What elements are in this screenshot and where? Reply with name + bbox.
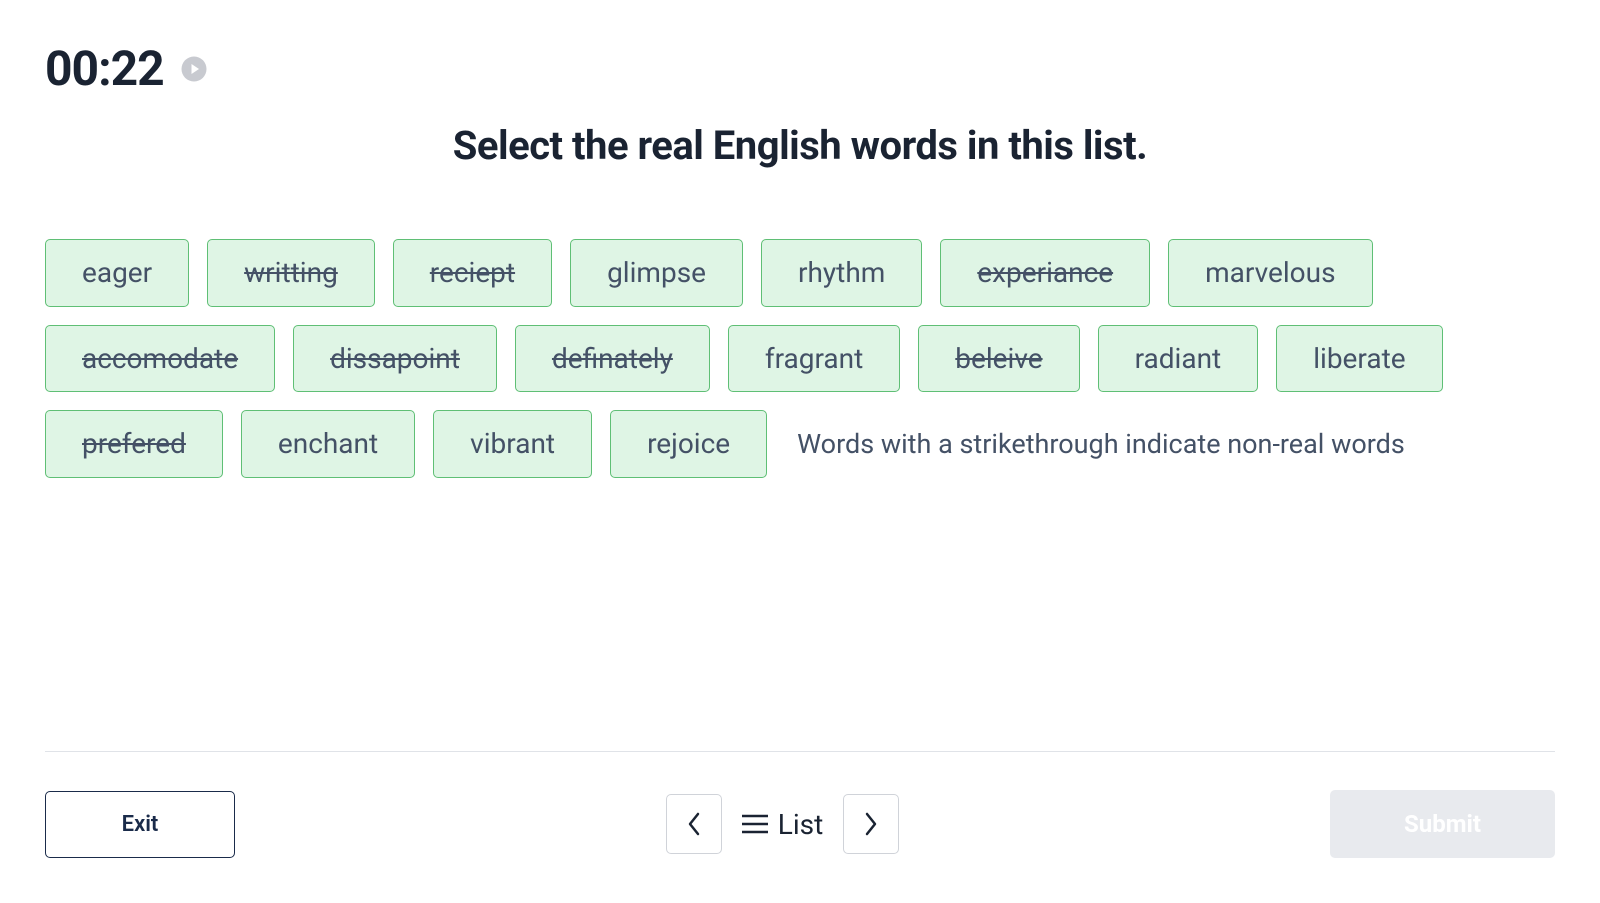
- word-chip[interactable]: fragrant: [728, 325, 900, 393]
- exit-button[interactable]: Exit: [45, 791, 235, 858]
- next-button[interactable]: [843, 794, 899, 854]
- footer-divider: [45, 751, 1555, 752]
- word-chip[interactable]: dissapoint: [293, 325, 497, 393]
- word-chip[interactable]: writting: [207, 239, 375, 307]
- timer-display: 00:22: [45, 40, 164, 97]
- word-chip[interactable]: experiance: [940, 239, 1150, 307]
- word-chip[interactable]: vibrant: [433, 410, 592, 478]
- words-grid: eager writting reciept glimpse rhythm experia…: [45, 239, 1555, 478]
- list-icon: [742, 813, 768, 835]
- question-title: Select the real English words in this li…: [45, 122, 1555, 169]
- chevron-left-icon: [686, 810, 702, 838]
- chevron-right-icon: [863, 810, 879, 838]
- play-icon[interactable]: [179, 54, 209, 84]
- nav-center: List: [666, 794, 900, 854]
- word-chip[interactable]: eager: [45, 239, 189, 307]
- hint-text: Words with a strikethrough indicate non-…: [797, 428, 1405, 460]
- timer-row: 00:22: [45, 40, 1555, 97]
- footer-controls: Exit List: [45, 790, 1555, 858]
- word-chip[interactable]: prefered: [45, 410, 223, 478]
- footer: Exit List: [0, 751, 1600, 903]
- word-chip[interactable]: beleive: [918, 325, 1079, 393]
- word-chip[interactable]: glimpse: [570, 239, 743, 307]
- word-chip[interactable]: enchant: [241, 410, 415, 478]
- word-chip[interactable]: rejoice: [610, 410, 767, 478]
- prev-button[interactable]: [666, 794, 722, 854]
- word-chip[interactable]: marvelous: [1168, 239, 1372, 307]
- word-chip[interactable]: reciept: [393, 239, 552, 307]
- word-chip[interactable]: definately: [515, 325, 710, 393]
- word-chip[interactable]: radiant: [1098, 325, 1259, 393]
- list-link[interactable]: List: [742, 808, 824, 841]
- word-chip[interactable]: liberate: [1276, 325, 1442, 393]
- word-chip[interactable]: rhythm: [761, 239, 922, 307]
- word-chip[interactable]: accomodate: [45, 325, 275, 393]
- list-label: List: [778, 808, 824, 841]
- submit-button[interactable]: Submit: [1330, 790, 1555, 858]
